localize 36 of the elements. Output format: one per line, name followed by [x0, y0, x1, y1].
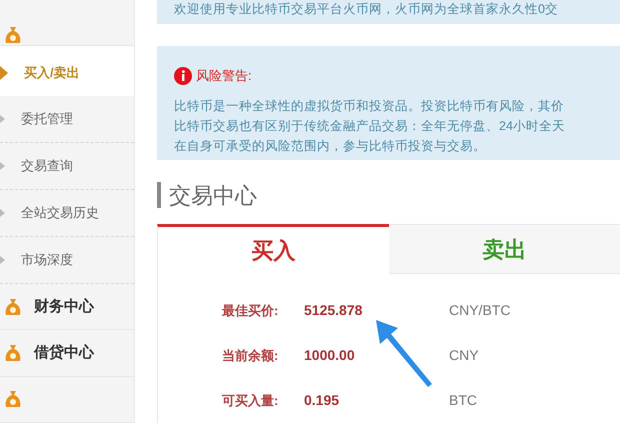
field-value: 1000.00: [304, 346, 356, 365]
sidebar-item[interactable]: 委托管理: [0, 96, 134, 143]
caret-icon: [0, 208, 5, 217]
sidebar-item[interactable]: 借贷中心: [0, 330, 134, 377]
sidebar-item[interactable]: 全站交易历史: [0, 190, 134, 238]
coin-bag-icon: [4, 389, 22, 410]
warning-text: 比特币是一种全球性的虚拟货币和投资品。投资比特币有风险，其价: [174, 98, 565, 115]
unit-label: CNY: [449, 346, 479, 365]
tab[interactable]: 买入: [157, 224, 389, 274]
alert-icon: [174, 67, 192, 86]
sidebar-item[interactable]: [0, 376, 134, 423]
field-label: 最佳买价:: [222, 302, 280, 320]
field-value: 5125.878: [304, 301, 364, 320]
unit-label: CNY/BTC: [449, 301, 510, 320]
field-label: 可买入量:: [222, 392, 280, 410]
warning-text: 在自身可承受的风险范围内，参与比特币投资与交易。: [174, 138, 487, 155]
coin-bag-icon: [4, 25, 22, 46]
pointer-arrow: [374, 318, 434, 388]
unit-label: BTC: [449, 391, 477, 410]
welcome-banner: 欢迎使用专业比特币交易平台火币网，火币网为全球首家永久性0交: [157, 0, 620, 24]
section-title: 交易中心: [169, 182, 257, 210]
coin-bag-icon: [4, 296, 22, 317]
field-label: 当前余额:: [222, 346, 280, 365]
caret-icon: [0, 256, 5, 264]
warning-title: 风险警告:: [196, 67, 252, 86]
sidebar-item[interactable]: [0, 0, 134, 46]
tab[interactable]: 卖出: [388, 224, 620, 274]
sidebar-item[interactable]: 交易查询: [0, 142, 134, 190]
field-value: 0.195: [304, 391, 340, 410]
warning-text: 比特币交易也有区别于传统金融产品交易：全年无停盘、24小时全天: [174, 118, 566, 135]
coin-bag-icon: [4, 343, 22, 364]
sidebar-item[interactable]: 市场深度: [0, 237, 134, 284]
caret-icon: [0, 66, 8, 80]
sidebar-item[interactable]: 财务中心: [0, 284, 134, 330]
caret-icon: [0, 162, 5, 170]
caret-icon: [0, 114, 5, 123]
